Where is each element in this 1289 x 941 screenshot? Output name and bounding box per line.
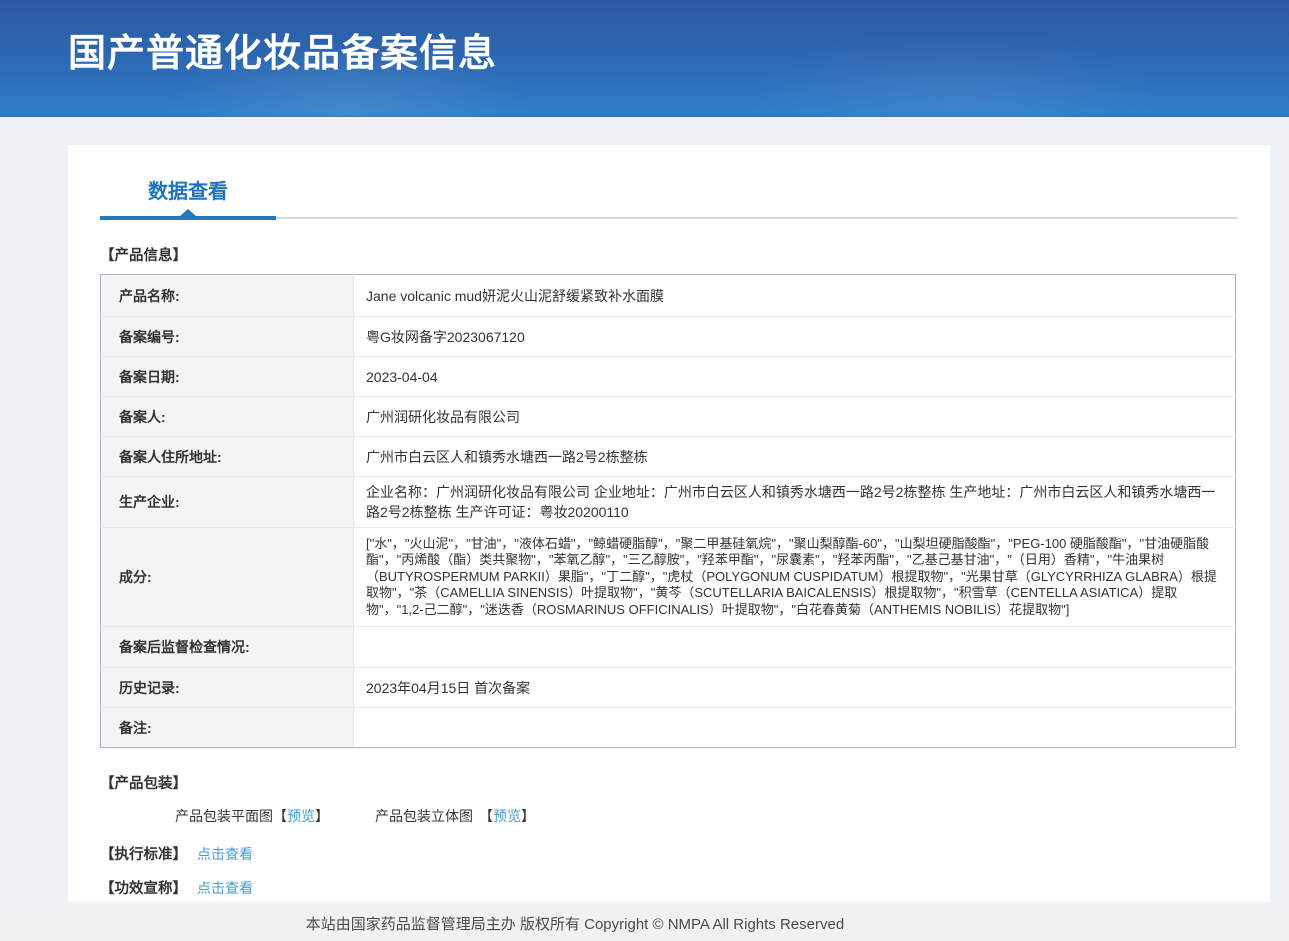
row-label: 生产企业: [101, 477, 354, 528]
bracket-close: 】 [521, 808, 535, 824]
content-card: 数据查看 【产品信息】 产品名称: Jane volcanic mud妍泥火山泥… [68, 145, 1270, 902]
copyright-text: 本站由国家药品监督管理局主办 版权所有 Copyright © NMPA All… [0, 902, 1150, 934]
table-row-manufacturer: 生产企业: 企业名称：广州润研化妆品有限公司 企业地址：广州市白云区人和镇秀水塘… [101, 477, 1236, 528]
section-title-standard: 【执行标准】 [100, 843, 187, 864]
row-label: 备案人住所地址: [101, 437, 354, 477]
packaging-row: 产品包装平面图【预览】 产品包装立体图【预览】 [175, 806, 1270, 826]
section-title-packaging: 【产品包装】 [100, 772, 1270, 793]
section-title-product-info: 【产品信息】 [100, 244, 1270, 265]
row-label: 备案后监督检查情况: [101, 627, 354, 668]
row-label: 产品名称: [101, 275, 354, 317]
table-row-filer-address: 备案人住所地址: 广州市白云区人和镇秀水塘西一路2号2栋整栋 [101, 437, 1236, 477]
table-row-filing-number: 备案编号: 粤G妆网备字2023067120 [101, 317, 1236, 357]
packaging-flat-item: 产品包装平面图【预览】 [175, 806, 329, 826]
row-label: 备案编号: [101, 317, 354, 357]
row-label: 备注: [101, 708, 354, 748]
page-title: 国产普通化妆品备案信息 [68, 22, 497, 77]
row-value [354, 627, 1236, 668]
table-row-ingredients: 成分: ["水"，"火山泥"，"甘油"，"液体石蜡"，"鲸蜡硬脂醇"，"聚二甲基… [101, 528, 1236, 627]
row-value: 2023年04月15日 首次备案 [354, 668, 1236, 708]
table-row-post-filing-inspection: 备案后监督检查情况: [101, 627, 1236, 668]
efficacy-view-link[interactable]: 点击查看 [197, 878, 253, 898]
page-footer: 本站由国家药品监督管理局主办 版权所有 Copyright © NMPA All… [0, 902, 1289, 941]
efficacy-row: 【功效宣称】 点击查看 [100, 877, 1270, 898]
row-value: 2023-04-04 [354, 357, 1236, 397]
section-title-efficacy: 【功效宣称】 [100, 877, 187, 898]
bracket-close: 】 [315, 808, 329, 824]
row-label: 成分: [101, 528, 354, 627]
table-row-history: 历史记录: 2023年04月15日 首次备案 [101, 668, 1236, 708]
bracket-open: 【 [479, 808, 493, 824]
packaging-stereo-item: 产品包装立体图【预览】 [375, 806, 535, 826]
bracket-open: 【 [273, 808, 287, 824]
stereo-image-preview-link[interactable]: 预览 [493, 808, 521, 824]
table-row-product-name: 产品名称: Jane volcanic mud妍泥火山泥舒缓紧致补水面膜 [101, 275, 1236, 317]
row-value: 广州市白云区人和镇秀水塘西一路2号2栋整栋 [354, 437, 1236, 477]
standard-row: 【执行标准】 点击查看 [100, 843, 1270, 864]
packaging-stereo-label: 产品包装立体图 [375, 808, 473, 824]
flat-image-preview-link[interactable]: 预览 [287, 808, 315, 824]
table-row-filing-date: 备案日期: 2023-04-04 [101, 357, 1236, 397]
row-value: 企业名称：广州润研化妆品有限公司 企业地址：广州市白云区人和镇秀水塘西一路2号2… [354, 477, 1236, 528]
row-label: 历史记录: [101, 668, 354, 708]
row-value: ["水"，"火山泥"，"甘油"，"液体石蜡"，"鲸蜡硬脂醇"，"聚二甲基硅氧烷"… [354, 528, 1236, 627]
tab-divider-line [276, 217, 1238, 219]
packaging-flat-label: 产品包装平面图 [175, 808, 273, 824]
product-info-table: 产品名称: Jane volcanic mud妍泥火山泥舒缓紧致补水面膜 备案编… [100, 274, 1236, 748]
table-row-remarks: 备注: [101, 708, 1236, 748]
standard-view-link[interactable]: 点击查看 [197, 844, 253, 864]
row-value [354, 708, 1236, 748]
row-label: 备案日期: [101, 357, 354, 397]
table-row-filer: 备案人: 广州润研化妆品有限公司 [101, 397, 1236, 437]
tab-data-view[interactable]: 数据查看 [100, 175, 276, 220]
row-label: 备案人: [101, 397, 354, 437]
row-value: 广州润研化妆品有限公司 [354, 397, 1236, 437]
row-value: Jane volcanic mud妍泥火山泥舒缓紧致补水面膜 [354, 275, 1236, 317]
tab-bar: 数据查看 [100, 145, 1238, 220]
row-value: 粤G妆网备字2023067120 [354, 317, 1236, 357]
page-header: 国产普通化妆品备案信息 [0, 0, 1289, 117]
